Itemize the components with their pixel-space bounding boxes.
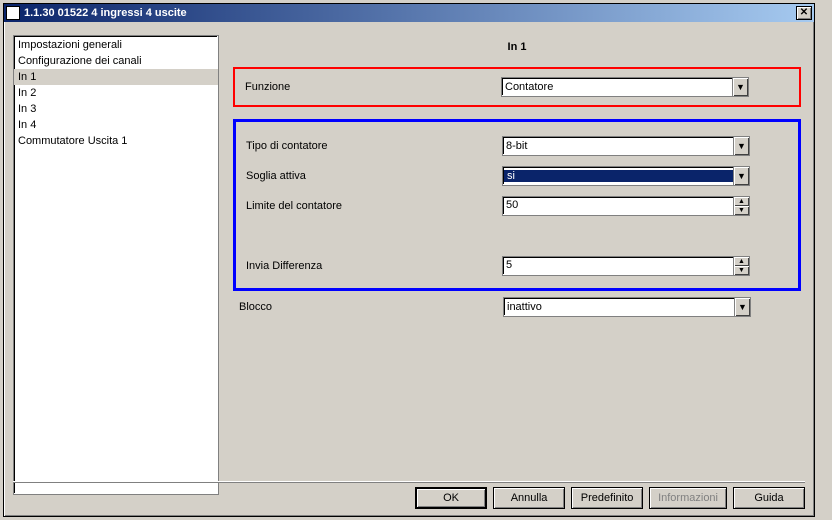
funzione-combo[interactable]: Contatore ▼ [501,77,749,97]
client-area: Impostazioni generali Configurazione dei… [7,25,811,513]
chevron-down-icon: ▼ [732,78,748,96]
titlebar: 1.1.30 01522 4 ingressi 4 uscite ✕ [4,4,814,22]
sidebar-item-impostazioni-generali[interactable]: Impostazioni generali [14,37,218,53]
soglia-value: si [504,170,733,182]
sidebar-item-in2[interactable]: In 2 [14,85,218,101]
content-area: Impostazioni generali Configurazione dei… [13,35,805,477]
funzione-label: Funzione [241,81,501,93]
sidebar-item-in1[interactable]: In 1 [14,69,218,85]
main-panel: In 1 Funzione Contatore ▼ [229,35,805,495]
tipo-value: 8-bit [503,140,733,152]
group-parametri: Tipo di contatore 8-bit ▼ Soglia attiva [233,119,801,291]
button-bar: OK Annulla Predefinito Informazioni Guid… [13,481,805,509]
spin-down-icon[interactable]: ▼ [733,206,749,215]
window-frame: 1.1.30 01522 4 ingressi 4 uscite ✕ Impos… [3,3,815,517]
sidebar-item-configurazione-canali[interactable]: Configurazione dei canali [14,53,218,69]
chevron-down-icon: ▼ [734,298,750,316]
group-funzione: Funzione Contatore ▼ [233,67,801,107]
spin-up-icon[interactable]: ▲ [733,197,749,206]
limite-label: Limite del contatore [242,200,502,212]
blocco-value: inattivo [504,301,734,313]
tipo-combo[interactable]: 8-bit ▼ [502,136,750,156]
differenza-label: Invia Differenza [242,260,502,272]
app-icon [6,6,20,20]
spin-down-icon[interactable]: ▼ [733,266,749,275]
chevron-down-icon: ▼ [733,167,749,185]
close-button[interactable]: ✕ [796,6,812,20]
predefinito-button[interactable]: Predefinito [571,487,643,509]
spin-up-icon[interactable]: ▲ [733,257,749,266]
ok-button[interactable]: OK [415,487,487,509]
tipo-label: Tipo di contatore [242,140,502,152]
sidebar: Impostazioni generali Configurazione dei… [13,35,219,495]
blocco-label: Blocco [239,301,503,313]
limite-spinner[interactable]: 50 ▲ ▼ [502,196,750,216]
chevron-down-icon: ▼ [733,137,749,155]
blocco-combo[interactable]: inattivo ▼ [503,297,751,317]
sidebar-item-commutatore-uscita1[interactable]: Commutatore Uscita 1 [14,133,218,149]
window-title: 1.1.30 01522 4 ingressi 4 uscite [24,7,796,19]
soglia-combo[interactable]: si ▼ [502,166,750,186]
differenza-value: 5 [503,257,733,275]
funzione-value: Contatore [502,81,732,93]
limite-value: 50 [503,197,733,215]
guida-button[interactable]: Guida [733,487,805,509]
sidebar-item-in3[interactable]: In 3 [14,101,218,117]
informazioni-button: Informazioni [649,487,727,509]
soglia-label: Soglia attiva [242,170,502,182]
sidebar-item-in4[interactable]: In 4 [14,117,218,133]
differenza-spinner[interactable]: 5 ▲ ▼ [502,256,750,276]
page-title: In 1 [229,35,805,67]
annulla-button[interactable]: Annulla [493,487,565,509]
